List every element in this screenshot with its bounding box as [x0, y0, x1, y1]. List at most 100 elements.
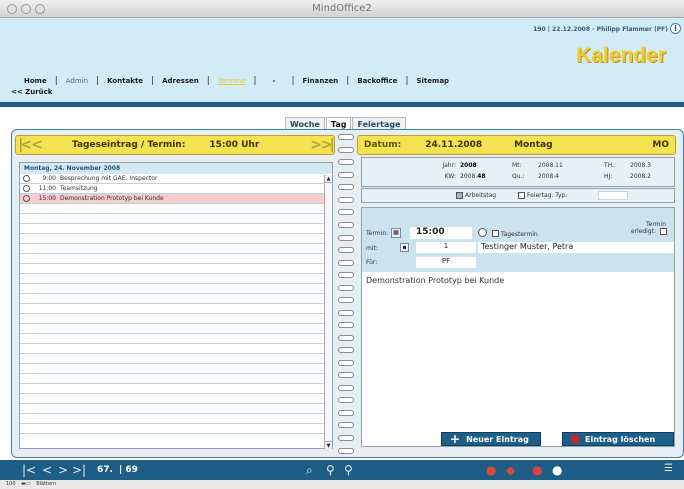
empty-list-row[interactable] — [20, 314, 332, 324]
empty-list-row[interactable] — [20, 354, 332, 364]
next-record-icon[interactable]: > — [58, 463, 68, 477]
list-item-selected[interactable]: 15:00 Demonstration Prototyp bei Kunde — [20, 194, 332, 204]
nav-separator: | — [151, 76, 155, 86]
spiral-ring — [338, 184, 354, 191]
empty-list-row[interactable] — [20, 294, 332, 304]
empty-list-row[interactable] — [20, 284, 332, 294]
period-info: Jahr: 2008 KW: 2008.48 Mt: 2008.11 Qu.: 2008… — [361, 157, 675, 187]
nav-home[interactable]: Home — [24, 77, 47, 85]
spiral-ring — [338, 372, 354, 379]
nav-separator: | — [291, 76, 295, 86]
page-title: Kalender — [576, 44, 666, 67]
empty-list-row[interactable] — [20, 214, 332, 224]
user-info: 190 | 22.12.2008 - Philipp Flammer (PF) — [533, 26, 668, 33]
feiertag-checkbox[interactable]: Feiertag. Typ: — [518, 192, 567, 199]
close-window-button[interactable] — [7, 4, 17, 14]
list-item[interactable]: 9:00 Besprechung mit GAE: Inspector — [20, 174, 332, 184]
zoom-window-button[interactable] — [35, 4, 45, 14]
arbeitstag-checkbox[interactable]: Arbeitstag — [456, 192, 496, 199]
zoom-out-icon[interactable]: ⚲ — [344, 463, 353, 477]
empty-list-row[interactable] — [20, 324, 332, 334]
empty-list-row[interactable] — [20, 254, 332, 264]
empty-list-row[interactable] — [20, 414, 332, 424]
info-icon[interactable]: i — [670, 23, 681, 34]
feiertag-type-field[interactable] — [598, 191, 628, 200]
day-entries-panel: |< < Tageseintrag / Termin: 15:00 Uhr > … — [15, 135, 335, 452]
time-picker-icon[interactable] — [478, 228, 487, 237]
circle-icon[interactable]: ● — [552, 463, 562, 477]
empty-list-row[interactable] — [20, 384, 332, 394]
spiral-ring — [338, 322, 354, 329]
contact-name-field[interactable]: Testinger Muster, Petra — [478, 242, 674, 253]
entry-header: |< < Tageseintrag / Termin: 15:00 Uhr > … — [15, 135, 335, 155]
nav-admin[interactable]: Admin — [66, 77, 88, 85]
empty-list-row[interactable] — [20, 304, 332, 314]
nav-separator: | — [253, 76, 257, 86]
list-date-header: Montag, 24. November 2008 — [20, 163, 332, 174]
nav-dash: - — [272, 77, 276, 85]
spiral-ring — [338, 435, 354, 442]
nav-separator: | — [54, 76, 58, 86]
first-record-icon[interactable]: |< — [22, 463, 36, 477]
nav-adressen[interactable]: Adressen — [162, 77, 199, 85]
assignee-field[interactable]: PF — [416, 257, 476, 268]
nav-finanzen[interactable]: Finanzen — [303, 77, 339, 85]
month-value: 2008.11 — [538, 162, 563, 169]
delete-entry-button[interactable]: Eintrag löschen — [562, 432, 674, 446]
back-link[interactable]: << Zurück — [11, 88, 52, 96]
calendar-picker-icon[interactable]: ▦ — [391, 228, 401, 238]
tag-icon[interactable]: ◆ — [506, 463, 515, 477]
empty-list-row[interactable] — [20, 374, 332, 384]
list-item[interactable]: 11:00 Teamsitzung — [20, 184, 332, 194]
tagestermin-checkbox[interactable]: Tagestermin — [492, 229, 538, 238]
layout-icon[interactable]: ▬▭ — [21, 481, 30, 487]
nav-kontakte[interactable]: Kontakte — [107, 77, 143, 85]
termin-time-field[interactable]: 15:00 — [410, 227, 472, 239]
footer-toolbar: |< < > >| 67. | 69 ⌕ ⚲ ⚲ ● ◆ ● ● ☰ — [0, 460, 684, 480]
header-divider — [0, 102, 684, 107]
contact-picker-icon[interactable]: ▪ — [400, 243, 409, 252]
last-record-icon[interactable]: >| — [72, 463, 86, 477]
color-palette-icon[interactable]: ● — [486, 463, 496, 477]
empty-list-row[interactable] — [20, 224, 332, 234]
empty-list-row[interactable] — [20, 204, 332, 214]
nav-sitemap[interactable]: Sitemap — [416, 77, 449, 85]
date-label: Datum: — [364, 140, 402, 150]
empty-list-row[interactable] — [20, 394, 332, 404]
spiral-ring — [338, 409, 354, 416]
year-value: 2008 — [460, 162, 477, 169]
entry-form: Termin: ▦ 15:00 Tagestermin Termin erled… — [361, 207, 675, 447]
record-icon[interactable]: ● — [532, 463, 542, 477]
empty-list-row[interactable] — [20, 344, 332, 354]
empty-list-row[interactable] — [20, 234, 332, 244]
empty-list-row[interactable] — [20, 274, 332, 284]
zoom-level[interactable]: 100 — [6, 481, 16, 487]
nav-separator: | — [405, 76, 409, 86]
spiral-ring — [338, 309, 354, 316]
erledigt-checkbox[interactable] — [660, 228, 667, 235]
empty-list-row[interactable] — [20, 244, 332, 254]
previous-record-icon[interactable]: < — [42, 463, 52, 477]
contact-number-field[interactable]: 1 — [416, 242, 476, 253]
nav-separator: | — [346, 76, 350, 86]
empty-list-row[interactable] — [20, 404, 332, 414]
new-entry-button[interactable]: + Neuer Eintrag — [441, 432, 541, 446]
description-field[interactable]: Demonstration Prototyp bei Kunde — [366, 276, 504, 285]
last-entry-icon[interactable]: > >| — [308, 137, 334, 153]
empty-list-row[interactable] — [20, 264, 332, 274]
scroll-up-icon[interactable]: ▲ — [325, 175, 332, 183]
spiral-ring — [338, 259, 354, 266]
list-scrollbar[interactable]: ▲ ▼ — [324, 175, 332, 449]
nav-termine[interactable]: Termine — [218, 77, 246, 85]
menu-icon[interactable]: ☰ — [664, 463, 673, 474]
empty-list-row[interactable] — [20, 364, 332, 374]
minimize-window-button[interactable] — [21, 4, 31, 14]
empty-list-row[interactable] — [20, 334, 332, 344]
scroll-down-icon[interactable]: ▼ — [325, 441, 332, 449]
search-records-icon[interactable]: ⌕ — [306, 463, 313, 478]
nav-backoffice[interactable]: Backoffice — [357, 77, 397, 85]
first-entry-icon[interactable]: |< < — [16, 137, 42, 153]
zoom-in-icon[interactable]: ⚲ — [326, 463, 335, 477]
spiral-ring — [338, 159, 354, 166]
empty-list-row[interactable] — [20, 424, 332, 434]
